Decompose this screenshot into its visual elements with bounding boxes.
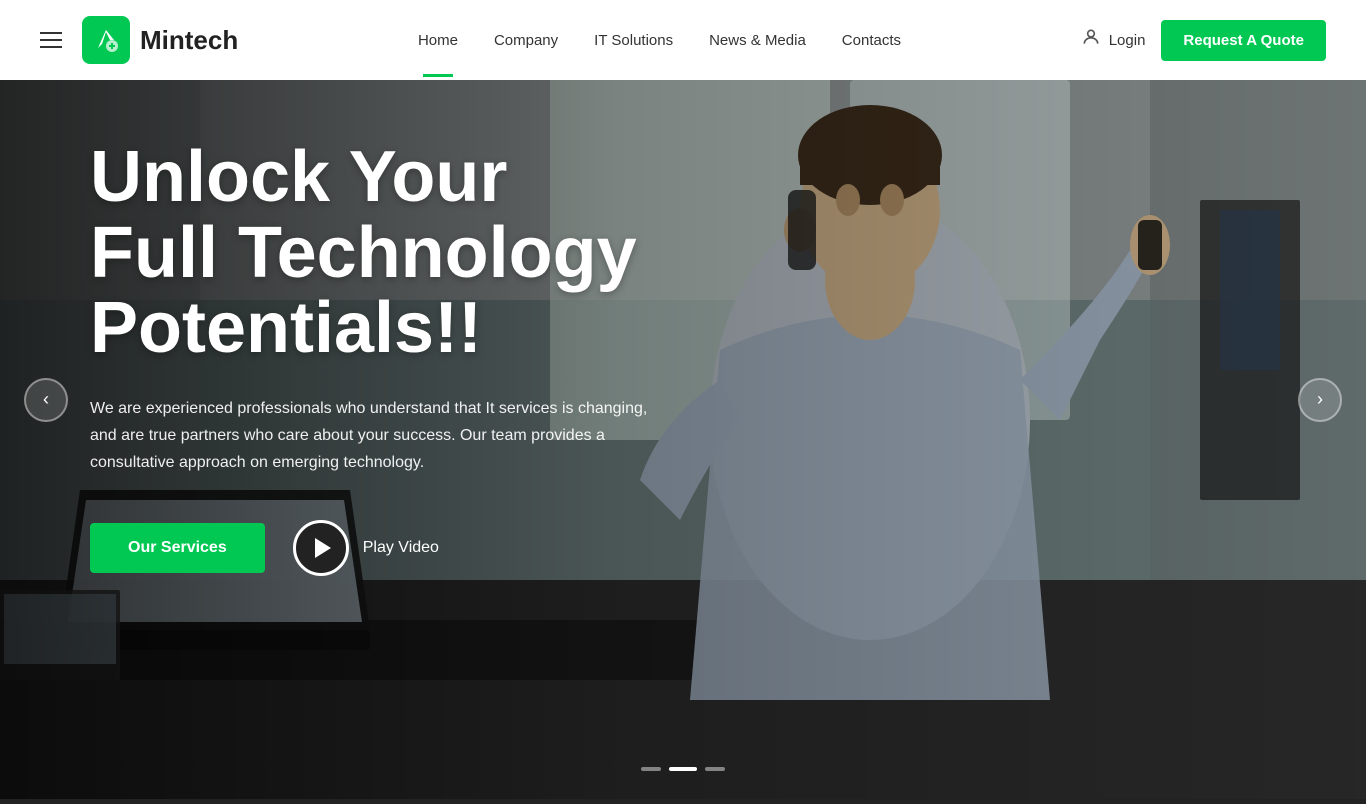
hamburger-menu[interactable] [40,32,62,48]
nav-it-solutions[interactable]: IT Solutions [594,32,673,49]
nav-home[interactable]: Home [418,32,458,49]
nav-contacts[interactable]: Contacts [842,32,901,49]
carousel-dot-3[interactable] [705,767,725,771]
carousel-next-button[interactable]: › [1298,378,1342,422]
play-video-label: Play Video [363,539,439,557]
hero-content: Unlock Your Full Technology Potentials!!… [90,140,750,576]
hero-title: Unlock Your Full Technology Potentials!! [90,140,750,367]
carousel-dot-1[interactable] [641,767,661,771]
nav-links: Home Company IT Solutions News & Media C… [418,32,901,49]
user-icon [1081,27,1101,53]
our-services-button[interactable]: Our Services [90,523,265,573]
carousel-dot-2[interactable] [669,767,697,771]
play-button[interactable] [293,520,349,576]
hero-subtitle: We are experienced professionals who und… [90,395,650,477]
login-label[interactable]: Login [1109,32,1146,49]
carousel-dots [641,767,725,771]
request-quote-button[interactable]: Request A Quote [1161,20,1326,61]
navbar: Mintech Home Company IT Solutions News &… [0,0,1366,80]
nav-company[interactable]: Company [494,32,558,49]
nav-news-media[interactable]: News & Media [709,32,806,49]
hero-section: Mintech Home Company IT Solutions News &… [0,0,1366,799]
login-area[interactable]: Login [1081,27,1146,53]
logo-icon [82,16,130,64]
brand-name: Mintech [140,25,238,56]
carousel-prev-button[interactable]: ‹ [24,378,68,422]
navbar-left: Mintech [40,16,238,64]
play-video-area[interactable]: Play Video [293,520,439,576]
hero-actions: Our Services Play Video [90,520,750,576]
navbar-right: Login Request A Quote [1081,20,1326,61]
logo-wrapper[interactable]: Mintech [82,16,238,64]
